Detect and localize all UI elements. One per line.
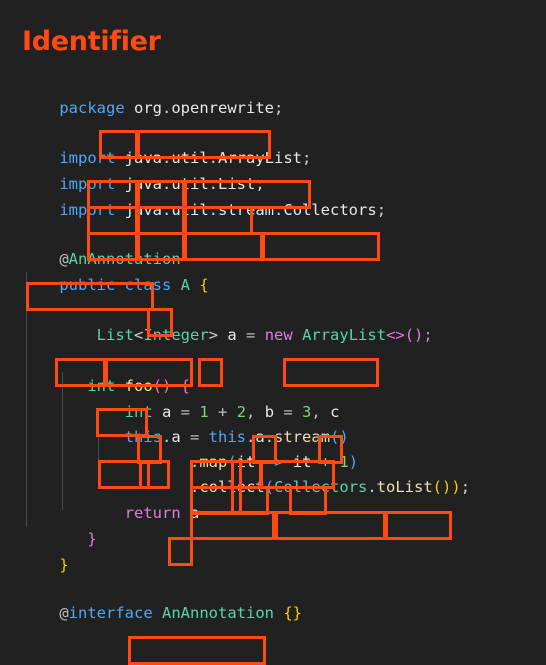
code-line: public class A { (59, 276, 209, 295)
identifier-highlight (190, 511, 278, 540)
identifier-highlight (168, 537, 193, 566)
identifier-highlight (383, 511, 452, 540)
code-line: List<Integer> a = new ArrayList<>(); (96, 326, 433, 345)
code-line: } (59, 556, 69, 575)
code-line: import java.util.stream.Collectors; (59, 201, 387, 220)
page-title: Identifier (22, 26, 161, 57)
code-line: } (87, 530, 97, 549)
code-line: package org.openrewrite; (59, 99, 284, 118)
code-line: @AnAnnotation (59, 250, 181, 269)
code-line: import java.util.ArrayList; (59, 149, 312, 168)
code-line: this.a = this.a.stream() (124, 428, 349, 447)
code-line: .collect(Collectors.toList()); (189, 478, 471, 497)
code-line: int a = 1 + 2, b = 3, c (124, 403, 340, 422)
code-line: import java.util.List; (59, 175, 265, 194)
identifier-highlight (272, 511, 388, 540)
code-view[interactable]: package org.openrewrite; import java.uti… (0, 62, 546, 665)
identifier-highlight (128, 636, 266, 665)
code-line: @interface AnAnnotation {} (59, 604, 303, 623)
code-line: return a (124, 504, 200, 523)
code-line: int foo() { (87, 377, 191, 396)
identifier-highlight (262, 232, 380, 261)
code-line: .map(it -> it + 1) (189, 453, 359, 472)
